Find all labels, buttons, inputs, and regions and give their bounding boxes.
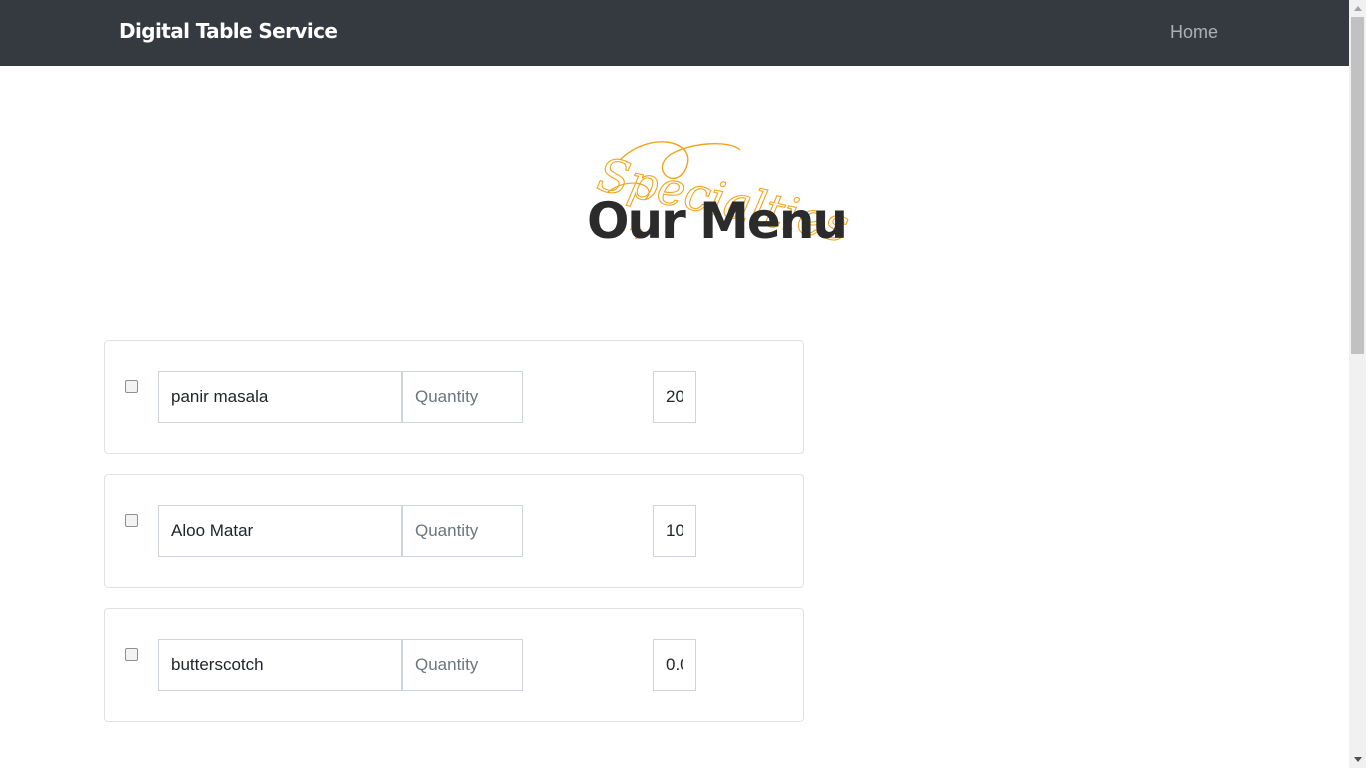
menu-item-card xyxy=(104,340,804,454)
menu-heading: Specialties Our Menu xyxy=(580,130,860,260)
menu-item-quantity-field[interactable] xyxy=(402,371,523,423)
navbar: Digital Table Service Home xyxy=(0,0,1349,66)
menu-item-price-field[interactable] xyxy=(653,639,696,691)
menu-item-name-field[interactable] xyxy=(158,639,402,691)
menu-item-quantity-field[interactable] xyxy=(402,639,523,691)
vertical-scrollbar[interactable] xyxy=(1349,0,1366,768)
menu-item-checkbox[interactable] xyxy=(125,514,138,527)
nav-home-link[interactable]: Home xyxy=(1170,22,1218,43)
menu-item-name-field[interactable] xyxy=(158,371,402,423)
brand-title[interactable]: Digital Table Service xyxy=(119,19,338,43)
menu-item-checkbox[interactable] xyxy=(125,380,138,393)
menu-item-quantity-field[interactable] xyxy=(402,505,523,557)
menu-item-name-field[interactable] xyxy=(158,505,402,557)
menu-item-price-field[interactable] xyxy=(653,371,696,423)
page-title: Our Menu xyxy=(587,192,848,250)
menu-item-card xyxy=(104,474,804,588)
scroll-up-arrow-icon[interactable] xyxy=(1349,0,1366,17)
menu-item-card xyxy=(104,608,804,722)
scroll-down-arrow-icon[interactable] xyxy=(1349,751,1366,768)
menu-item-checkbox[interactable] xyxy=(125,648,138,661)
scrollbar-thumb[interactable] xyxy=(1351,17,1364,354)
menu-item-price-field[interactable] xyxy=(653,505,696,557)
